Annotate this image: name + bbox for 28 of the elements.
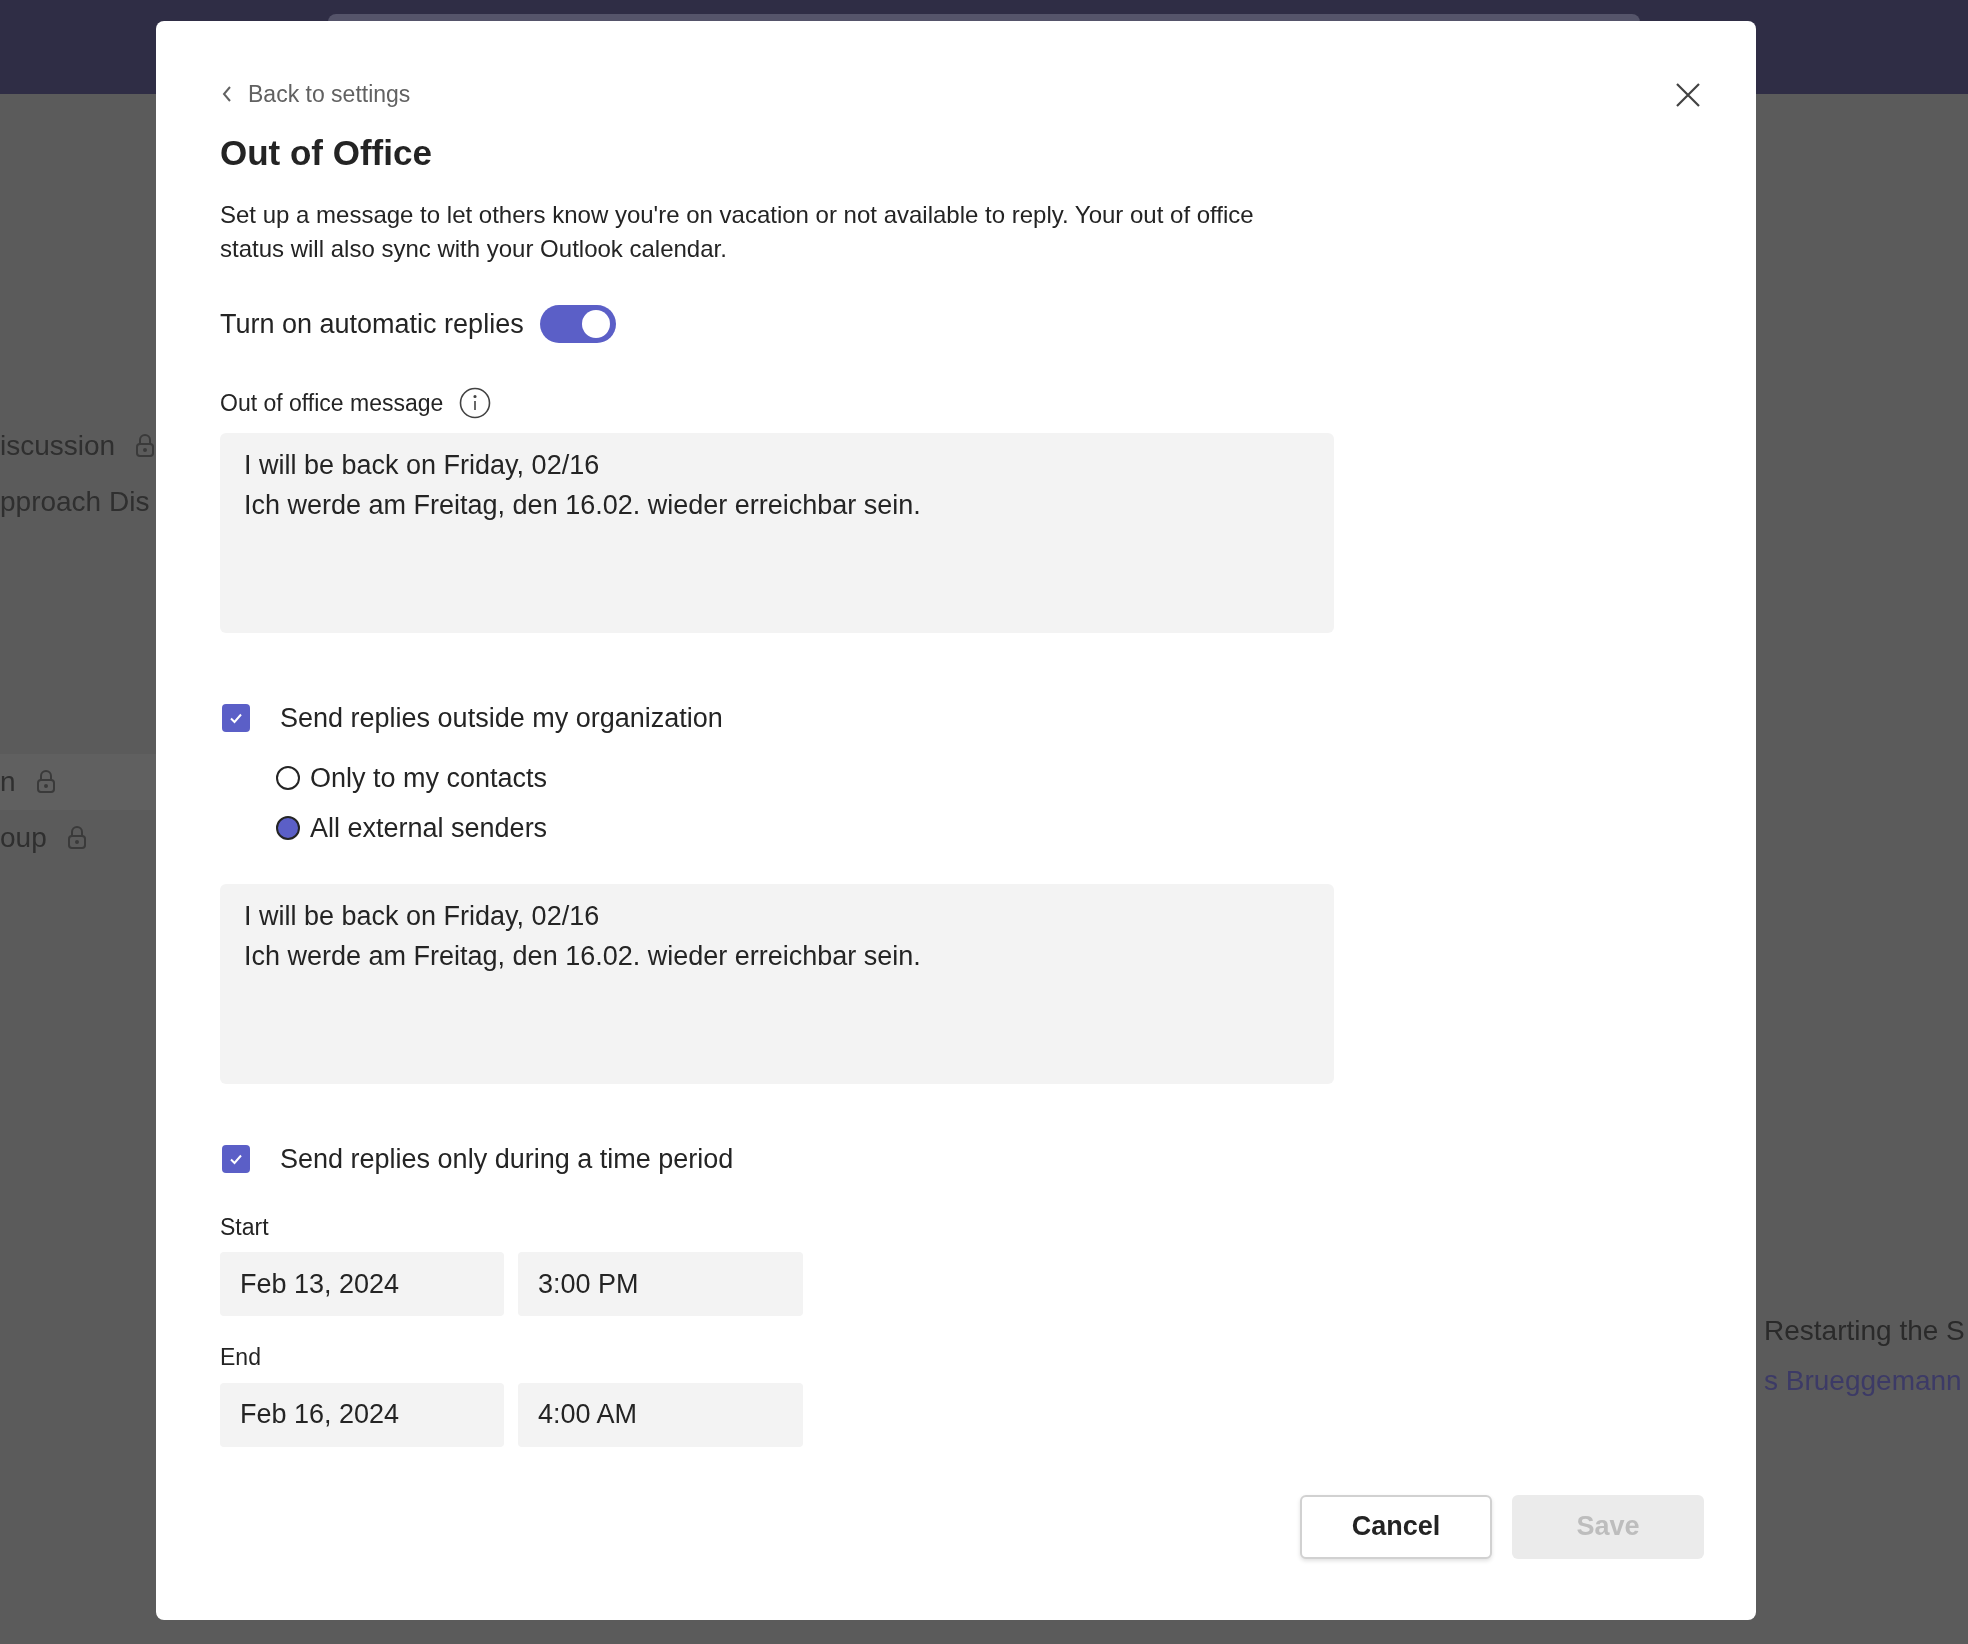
close-icon [1674,81,1702,109]
radio-label: Only to my contacts [310,761,548,795]
radio-button[interactable] [276,816,300,840]
date-field[interactable]: Feb 13, 2024 [220,1252,504,1316]
cancel-button[interactable]: Cancel [1300,1494,1492,1559]
lock-icon [66,826,87,850]
lock-icon [35,770,56,794]
toggle-label: Turn on automatic replies [220,307,524,341]
field-label: Out of office message [220,389,444,418]
checkbox[interactable] [222,1145,250,1174]
lock-icon [135,434,156,458]
time-field[interactable]: 3:00 PM [518,1252,803,1316]
info-icon [459,387,492,420]
description: Set up a message to let others know you're on vacation or not available to reply. Your out of office status will also sync with your Outlook calendar. [220,199,1255,264]
checkbox[interactable] [222,703,250,732]
checkbox-label: Send replies only during a time period [280,1143,734,1176]
message-field[interactable]: I will be back on Friday, 02/16 Ich werde am Freitag, den 16.02. wieder erreichbar sein. [220,884,1334,1084]
dialog-title: Out of Office [220,131,433,174]
radio-button[interactable] [276,766,300,790]
checkbox-label: Send replies outside my organization [280,701,723,735]
field-label: Start [220,1212,270,1242]
date-field[interactable]: Feb 16, 2024 [220,1382,504,1447]
toggle-switch[interactable] [539,304,616,343]
radio-label: All external senders [310,811,548,845]
message-field[interactable]: I will be back on Friday, 02/16 Ich werde am Freitag, den 16.02. wieder erreichbar sein. [220,432,1334,633]
time-field[interactable]: 4:00 AM [518,1382,803,1447]
back-link[interactable]: Back to settings [220,77,411,112]
field-label: End [220,1343,262,1372]
